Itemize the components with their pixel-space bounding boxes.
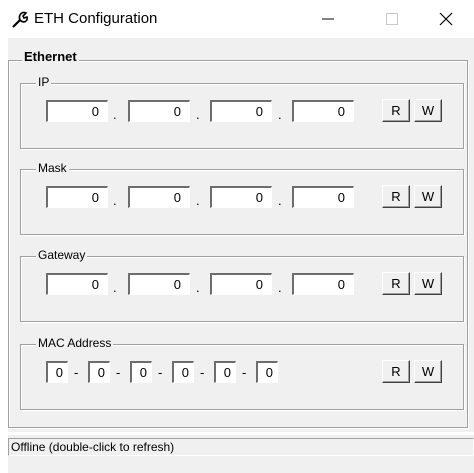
mac-write-button[interactable]: W: [414, 360, 442, 383]
wrench-icon: [12, 11, 28, 28]
ip-octet-3[interactable]: 0: [210, 100, 272, 122]
gateway-dot: .: [278, 280, 282, 295]
mask-octet-4[interactable]: 0: [292, 186, 354, 208]
ip-octet-1[interactable]: 0: [46, 100, 108, 122]
title-bar[interactable]: ETH Configuration: [0, 0, 474, 38]
mac-dash: -: [158, 365, 163, 380]
mac-dash: -: [74, 365, 79, 380]
gateway-octet-3[interactable]: 0: [210, 273, 272, 295]
ip-dot: .: [113, 107, 117, 122]
ip-octet-2[interactable]: 0: [128, 100, 190, 122]
minimize-button[interactable]: [300, 0, 356, 38]
mac-byte-4[interactable]: 0: [172, 361, 194, 383]
ethernet-group-label: Ethernet: [22, 49, 79, 64]
ip-dot: .: [196, 107, 200, 122]
maximize-icon: [386, 13, 398, 25]
ip-write-button[interactable]: W: [414, 99, 442, 122]
window-title: ETH Configuration: [34, 10, 158, 27]
mac-dash: -: [200, 365, 205, 380]
gateway-dot: .: [196, 280, 200, 295]
gateway-octet-1[interactable]: 0: [46, 273, 108, 295]
gateway-read-button[interactable]: R: [382, 272, 410, 295]
mask-octet-1[interactable]: 0: [46, 186, 108, 208]
close-icon: [439, 12, 453, 26]
mask-write-button[interactable]: W: [414, 185, 442, 208]
mac-dash: -: [242, 365, 247, 380]
gateway-octet-4[interactable]: 0: [292, 273, 354, 295]
mac-byte-2[interactable]: 0: [88, 361, 110, 383]
ip-dot: .: [278, 107, 282, 122]
mask-octet-2[interactable]: 0: [128, 186, 190, 208]
ip-group-label: IP: [36, 75, 52, 89]
mask-dot: .: [278, 193, 282, 208]
mac-read-button[interactable]: R: [382, 360, 410, 383]
minimize-icon: [322, 18, 334, 20]
mac-byte-5[interactable]: 0: [214, 361, 236, 383]
gateway-octet-2[interactable]: 0: [128, 273, 190, 295]
status-bar: Offline (double-click to refresh): [8, 435, 474, 473]
maximize-button[interactable]: [364, 0, 420, 38]
mac-byte-1[interactable]: 0: [46, 361, 68, 383]
ip-octet-4[interactable]: 0: [292, 100, 354, 122]
mac-dash: -: [116, 365, 121, 380]
mask-dot: .: [196, 193, 200, 208]
client-area: Ethernet IP 0 . 0 . 0 . 0 R W Mask 0 . 0…: [8, 38, 474, 432]
mac-byte-6[interactable]: 0: [256, 361, 278, 383]
status-text[interactable]: Offline (double-click to refresh): [8, 438, 474, 456]
mask-read-button[interactable]: R: [382, 185, 410, 208]
mac-group-label: MAC Address: [36, 336, 114, 350]
gateway-write-button[interactable]: W: [414, 272, 442, 295]
mask-octet-3[interactable]: 0: [210, 186, 272, 208]
gateway-dot: .: [113, 280, 117, 295]
gateway-group-label: Gateway: [36, 248, 88, 262]
close-button[interactable]: [418, 0, 474, 38]
ip-read-button[interactable]: R: [382, 99, 410, 122]
mask-dot: .: [113, 193, 117, 208]
mac-byte-3[interactable]: 0: [130, 361, 152, 383]
mask-group-label: Mask: [36, 161, 69, 175]
